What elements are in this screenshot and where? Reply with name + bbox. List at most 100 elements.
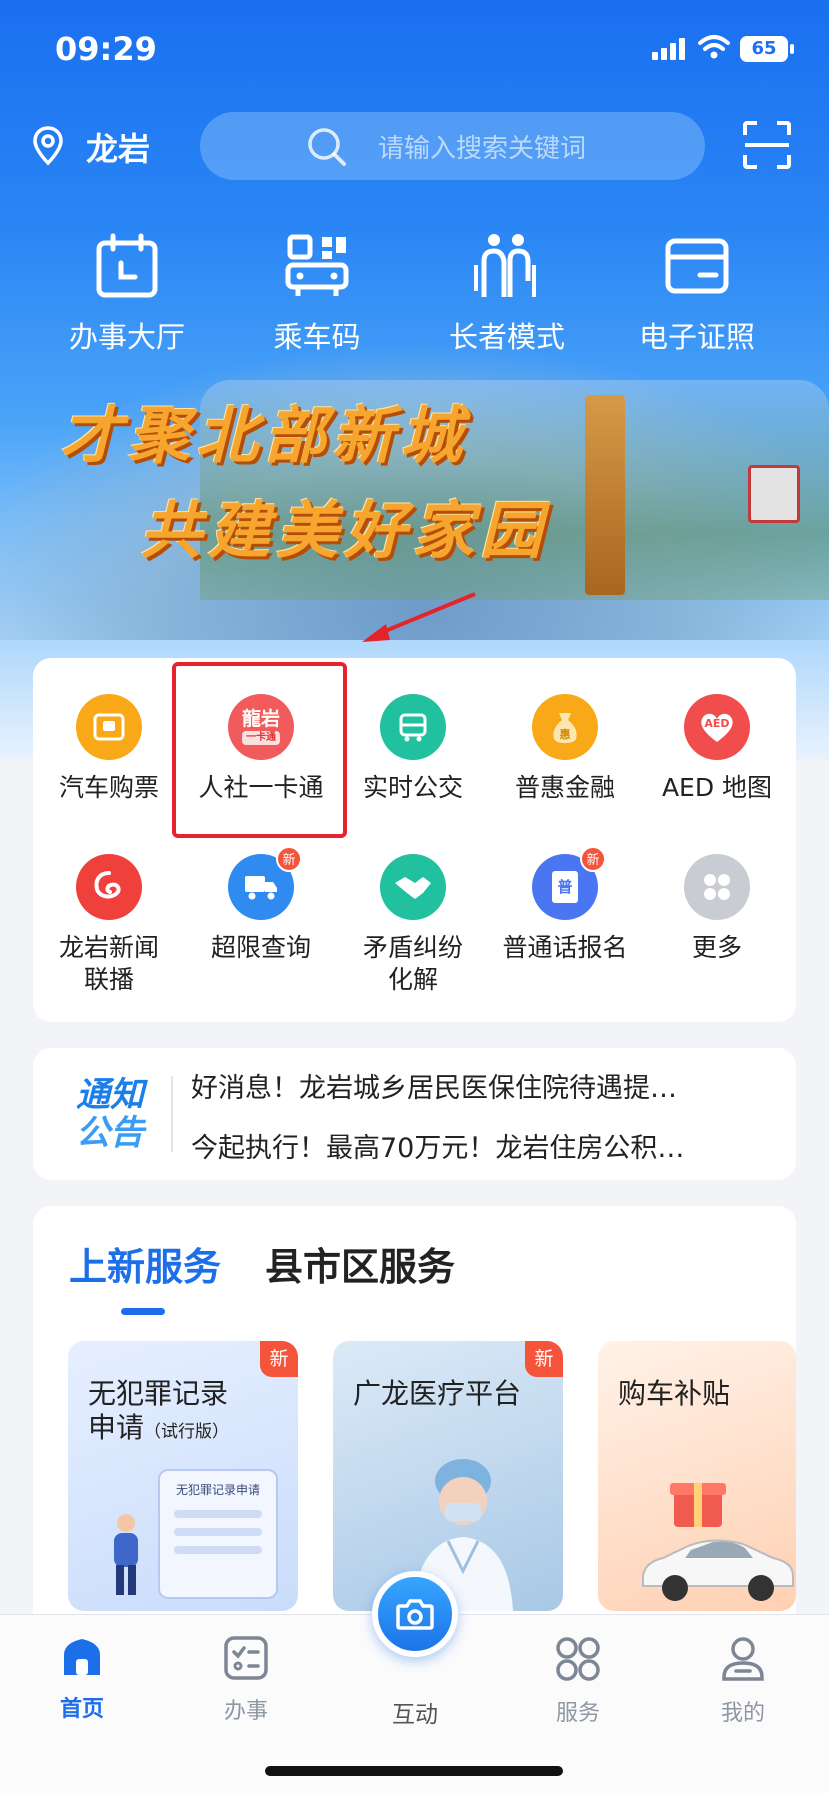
battery-tip: [790, 44, 794, 54]
tab-services[interactable]: 服务: [518, 1635, 638, 1727]
service-label: 普通话报名: [502, 933, 628, 962]
ticket-icon: [76, 694, 142, 760]
scan-icon[interactable]: [742, 120, 792, 170]
service-label: 更多: [691, 933, 742, 962]
service-label: 超限查询: [210, 933, 311, 962]
notice-logo-line1: 通知: [76, 1075, 144, 1115]
camera-icon: [396, 1599, 434, 1630]
banner-slogan-line2: 共建美好家园: [140, 494, 549, 567]
quick-action-service-hall[interactable]: 办事大厅: [32, 230, 222, 356]
tile-guanglong-medical[interactable]: 广龙医疗平台 新: [333, 1341, 563, 1611]
cellular-signal-icon: [652, 38, 685, 60]
tab-label: 办事: [223, 1699, 268, 1724]
elderly-icon: [474, 234, 536, 297]
search-input[interactable]: 请输入搜索关键词: [200, 112, 705, 180]
money-bag-icon: 惠: [532, 694, 598, 760]
tab-county-services[interactable]: 县市区服务: [265, 1236, 455, 1291]
new-badge: 新: [260, 1341, 298, 1377]
tab-underline: [121, 1308, 165, 1315]
tile-title: 广龙医疗平台: [353, 1377, 522, 1410]
service-realtime-bus[interactable]: 实时公交: [337, 694, 489, 804]
red-arrow-icon: [362, 592, 476, 642]
top-bar: 龙岩 请输入搜索关键词: [0, 108, 829, 184]
tile-car-subsidy[interactable]: 购车补贴: [598, 1341, 796, 1611]
person-illustration: [114, 1514, 138, 1595]
tab-label: 我的: [720, 1701, 765, 1726]
tab-affairs[interactable]: 办事: [186, 1635, 306, 1725]
tab-home[interactable]: 首页: [22, 1635, 142, 1723]
new-badge: 新: [580, 846, 606, 872]
service-more[interactable]: 更多: [641, 854, 793, 964]
tile-title-small: （试行版）: [144, 1422, 230, 1442]
svg-text:惠: 惠: [560, 727, 571, 741]
handshake-icon: [380, 854, 446, 920]
tile-title-line2: 申请: [88, 1411, 145, 1444]
search-icon: [308, 128, 346, 166]
tab-interact[interactable]: [372, 1571, 458, 1657]
tab-new-services[interactable]: 上新服务: [69, 1236, 221, 1291]
location-label[interactable]: 龙岩: [86, 124, 150, 170]
profile-icon: [722, 1637, 764, 1681]
service-label: 普惠金融: [514, 773, 615, 802]
bus-code-icon: [285, 234, 349, 296]
service-longyan-news[interactable]: 龙岩新闻 联播: [33, 854, 185, 996]
new-services-section: 上新服务 县市区服务 无犯罪记录 申请（试行版） 新 无犯罪记录申请 广龙医疗平…: [33, 1206, 796, 1626]
notice-logo: 通知 公告: [65, 1076, 155, 1152]
tile-no-criminal-record[interactable]: 无犯罪记录 申请（试行版） 新 无犯罪记录申请: [68, 1341, 298, 1611]
notice-logo-line2: 公告: [76, 1113, 144, 1153]
notice-board[interactable]: 通知 公告 好消息！龙岩城乡居民医保住院待遇提… 今起执行！最高70万元！龙岩住…: [33, 1048, 796, 1180]
quick-action-label: 长者模式: [448, 320, 565, 354]
car-illustration: [642, 1539, 794, 1601]
aed-heart-icon: AED: [684, 694, 750, 760]
service-aed-map[interactable]: AED AED 地图: [641, 694, 793, 804]
location-pin-icon[interactable]: [32, 126, 64, 166]
banner-tower: [585, 395, 625, 595]
service-dispute-resolution[interactable]: 矛盾纠纷 化解: [337, 854, 489, 996]
service-overlimit-query[interactable]: 新 超限查询: [185, 846, 337, 964]
checklist-icon: [224, 1636, 268, 1680]
home-indicator[interactable]: [265, 1766, 563, 1776]
service-mandarin-registration[interactable]: 普 新 普通话报名: [489, 846, 641, 964]
service-label: 汽车购票: [58, 773, 159, 802]
tab-mine[interactable]: 我的: [683, 1635, 803, 1727]
tab-label: 互动: [392, 1702, 438, 1728]
apps-icon: [556, 1637, 600, 1681]
search-placeholder: 请输入搜索关键词: [378, 134, 587, 164]
news-logo-icon: [76, 854, 142, 920]
card-icon: [665, 238, 729, 294]
quick-action-label: 办事大厅: [68, 320, 185, 354]
status-time: 09:29: [55, 30, 157, 68]
document-title: 无犯罪记录申请: [175, 1483, 260, 1497]
quick-action-e-license[interactable]: 电子证照: [602, 230, 792, 356]
book-icon-text: 普: [552, 871, 578, 903]
tile-title: 无犯罪记录 申请（试行版）: [88, 1377, 229, 1449]
service-inclusive-finance[interactable]: 惠 普惠金融: [489, 694, 641, 804]
bus-icon: [380, 694, 446, 760]
calendar-icon: [96, 233, 158, 298]
service-label: 矛盾纠纷 化解: [362, 933, 463, 994]
banner-slogan-line1: 才聚北部新城: [60, 399, 469, 472]
service-label: AED 地图: [661, 773, 773, 802]
quick-action-bus-code[interactable]: 乘车码: [222, 230, 412, 356]
quick-action-elderly-mode[interactable]: 长者模式: [412, 230, 602, 356]
service-label: 实时公交: [362, 773, 463, 802]
banner-billboard: [748, 465, 800, 523]
tab-label: 首页: [59, 1697, 104, 1722]
services-grid: 汽车购票 龍岩 一卡通 人社一卡通 实时公交 惠 普惠金融 AED AED 地图: [33, 658, 796, 1022]
quick-action-label: 乘车码: [273, 320, 361, 354]
new-badge: 新: [525, 1341, 563, 1377]
highlight-box: [172, 662, 347, 838]
truck-icon: 新: [228, 846, 302, 920]
battery-level: 65: [740, 36, 788, 62]
notice-divider: [171, 1076, 173, 1152]
quick-actions: 办事大厅 乘车码 长者模式 电子证照: [0, 230, 829, 354]
notice-item[interactable]: 今起执行！最高70万元！龙岩住房公积…: [191, 1126, 781, 1165]
gift-box-icon: [670, 1483, 726, 1527]
document-illustration: 无犯罪记录申请: [158, 1469, 278, 1599]
tile-title-line1: 无犯罪记录: [88, 1377, 229, 1410]
notice-item[interactable]: 好消息！龙岩城乡居民医保住院待遇提…: [191, 1066, 781, 1105]
book-icon: 普 新: [532, 846, 606, 920]
home-icon: [64, 1639, 100, 1675]
service-bus-ticket[interactable]: 汽车购票: [33, 694, 185, 804]
new-badge: 新: [276, 846, 302, 872]
